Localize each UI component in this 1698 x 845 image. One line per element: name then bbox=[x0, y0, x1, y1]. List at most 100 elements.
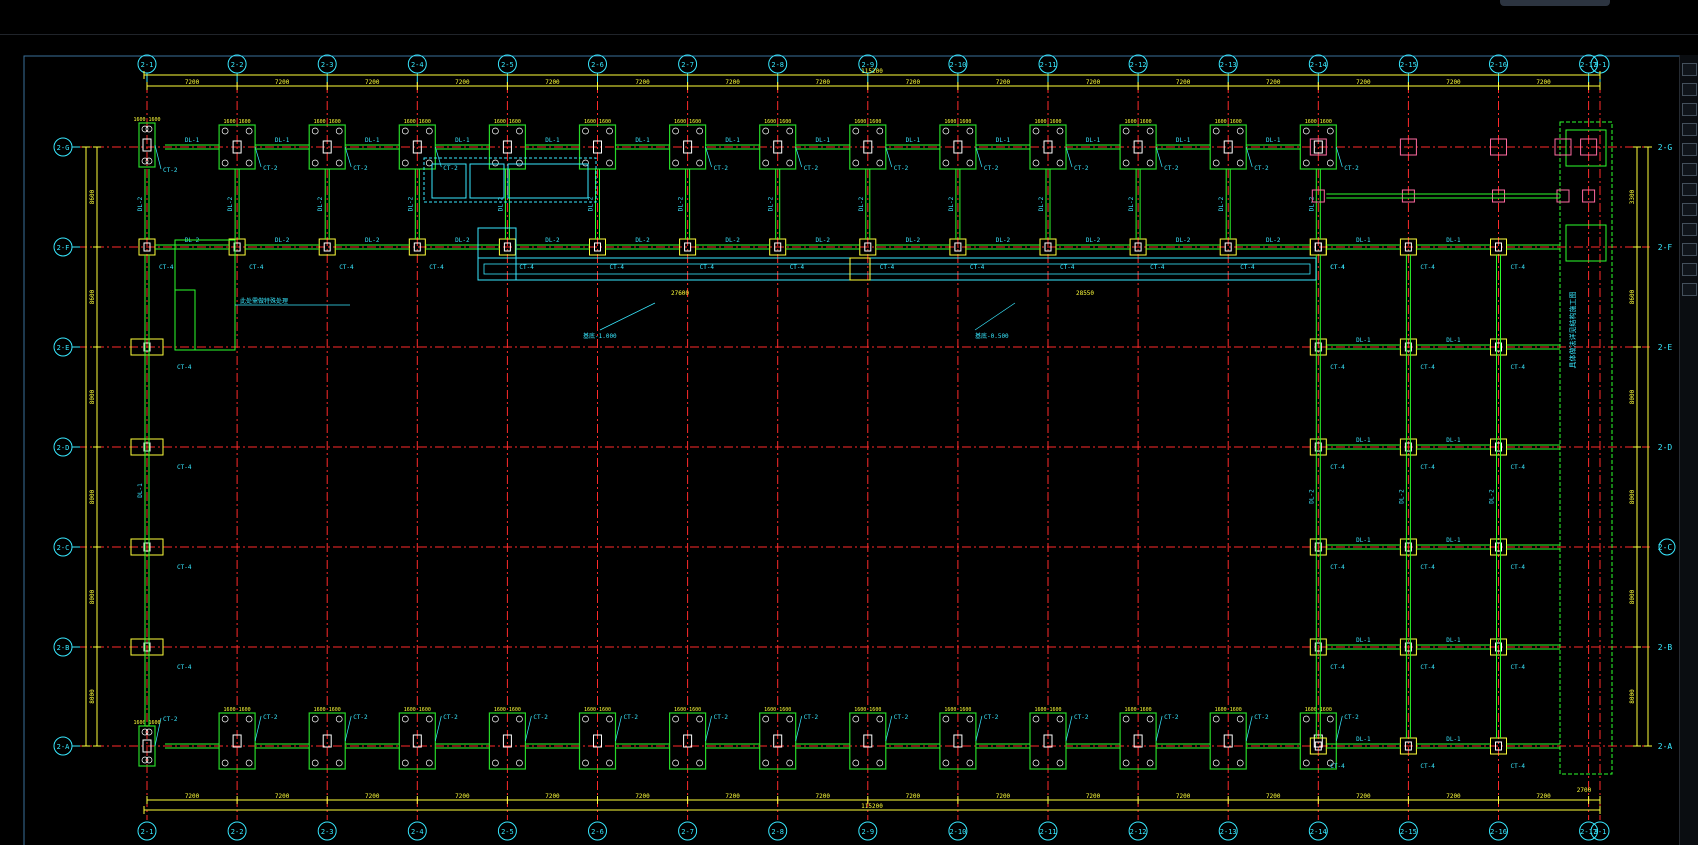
pile bbox=[786, 159, 794, 167]
pile bbox=[311, 159, 319, 167]
beam-label: DL-1 bbox=[996, 137, 1011, 144]
footing-label: CT-4 bbox=[177, 664, 192, 671]
footing-dim: 1600 1600 bbox=[944, 119, 971, 125]
dim-text: 7200 bbox=[725, 793, 740, 800]
footing-label: CT-4 bbox=[429, 264, 444, 271]
beam-label: DL-2 bbox=[407, 196, 414, 211]
pile bbox=[1302, 715, 1310, 723]
footing-dim: 1600 1600 bbox=[1125, 119, 1152, 125]
pile bbox=[492, 159, 499, 167]
tool-grid-icon[interactable] bbox=[1682, 183, 1697, 196]
footing-label: CT-2 bbox=[1254, 165, 1269, 172]
axis-bubble-bottom: 2-7 bbox=[681, 828, 694, 836]
axis-bubble-left: 2-D bbox=[57, 444, 70, 452]
beam-label: DL-2 bbox=[317, 196, 324, 211]
right-strip-note: 具体做法详见结构施工图 bbox=[1568, 292, 1577, 369]
footing-dim: 1600 1600 bbox=[1305, 119, 1332, 125]
pile bbox=[401, 759, 409, 767]
pile bbox=[762, 759, 770, 767]
footing-label: CT-4 bbox=[1330, 564, 1345, 571]
dim-text: 8000 bbox=[89, 589, 96, 604]
tool-dim-icon[interactable] bbox=[1682, 123, 1697, 136]
pile bbox=[1212, 715, 1220, 723]
footing-label: CT-4 bbox=[970, 264, 985, 271]
dim-text: 8000 bbox=[1629, 389, 1636, 404]
footing-dim: 1600 1600 bbox=[314, 707, 341, 713]
axis-bubble-bottom: 2-5 bbox=[501, 828, 514, 836]
tool-polar-icon[interactable] bbox=[1682, 223, 1697, 236]
footing-label: CT-2 bbox=[443, 165, 458, 172]
tool-ortho-icon[interactable] bbox=[1682, 203, 1697, 216]
pile bbox=[1056, 759, 1064, 767]
pile bbox=[876, 715, 884, 723]
pile bbox=[696, 715, 703, 723]
footing-label: CT-2 bbox=[714, 714, 729, 721]
tool-model-icon[interactable] bbox=[1682, 283, 1697, 296]
footing-label: CT-4 bbox=[177, 464, 192, 471]
tool-snap-icon[interactable] bbox=[1682, 163, 1697, 176]
pile bbox=[696, 127, 703, 135]
footing-dim: 1600 1600 bbox=[1125, 707, 1152, 713]
pile bbox=[311, 127, 319, 135]
right-tool-palette bbox=[1679, 55, 1698, 845]
dim-text: 7200 bbox=[275, 793, 290, 800]
cap-secondary bbox=[1556, 189, 1570, 203]
label-leader bbox=[344, 146, 352, 168]
beam-label: DL-1 bbox=[1266, 137, 1281, 144]
beam-label: DL-1 bbox=[725, 137, 740, 144]
beam-label: DL-2 bbox=[1218, 196, 1225, 211]
pile bbox=[1236, 715, 1244, 723]
tool-block-icon[interactable] bbox=[1682, 103, 1697, 116]
dim-text: 7200 bbox=[275, 79, 290, 86]
dim-text: 7200 bbox=[996, 793, 1011, 800]
tool-osnap-icon[interactable] bbox=[1682, 243, 1697, 256]
trench-dim-right: 28550 bbox=[1076, 290, 1094, 297]
footing-label: CT-2 bbox=[1344, 165, 1359, 172]
footing-label: CT-2 bbox=[1164, 165, 1179, 172]
label-leader bbox=[1065, 146, 1073, 168]
label-leader bbox=[1335, 715, 1343, 742]
pile bbox=[582, 127, 589, 135]
footing-label: CT-2 bbox=[1254, 714, 1269, 721]
beam-label: DL-2 bbox=[635, 237, 650, 244]
footing-dim: 1600 1600 bbox=[404, 119, 431, 125]
pile bbox=[1032, 159, 1040, 167]
tool-text-icon[interactable] bbox=[1682, 143, 1697, 156]
pile bbox=[582, 715, 589, 723]
cad-drawing-canvas[interactable]: 2-1 2-2 2-3 2-4 2-5 2-6 2-7 2-8 2-9 2-10 2-11 2-12 2… bbox=[0, 0, 1698, 845]
footing-label: CT-4 bbox=[1511, 763, 1526, 770]
dim-text: 8600 bbox=[89, 189, 96, 204]
beam-label: DL-1 bbox=[365, 137, 380, 144]
trench-elev-right: 基底-0.500 bbox=[975, 332, 1009, 340]
footing-label: CT-2 bbox=[624, 714, 639, 721]
label-leader bbox=[1245, 146, 1253, 168]
beam-label: DL-2 bbox=[545, 237, 560, 244]
label-leader bbox=[795, 715, 803, 742]
tool-lwt-icon[interactable] bbox=[1682, 263, 1697, 276]
pile bbox=[786, 715, 794, 723]
beam-label: DL-2 bbox=[1489, 489, 1496, 504]
pile bbox=[762, 127, 770, 135]
label-leader bbox=[254, 715, 262, 742]
pile bbox=[1236, 159, 1244, 167]
label-leader bbox=[1245, 715, 1253, 742]
beam-label: DL-1 bbox=[1446, 537, 1461, 544]
beam-label: DL-1 bbox=[816, 137, 831, 144]
beam-label: DL-1 bbox=[1446, 437, 1461, 444]
dim-text: 8600 bbox=[1629, 289, 1636, 304]
beam-label: DL-2 bbox=[365, 237, 380, 244]
pile bbox=[1032, 759, 1040, 767]
dim-text: 115200 bbox=[861, 803, 883, 810]
pile bbox=[1122, 715, 1130, 723]
pile bbox=[245, 127, 253, 135]
label-leader bbox=[254, 146, 262, 168]
footing-dim: 1600 1600 bbox=[584, 119, 611, 125]
dim-text: 7200 bbox=[906, 79, 921, 86]
dim-text: 7200 bbox=[1176, 79, 1191, 86]
footing-dim: 1600 1600 bbox=[764, 707, 791, 713]
pile bbox=[1236, 127, 1244, 135]
footing-label: CT-2 bbox=[984, 714, 999, 721]
footing-dim: 1600 1600 bbox=[1305, 707, 1332, 713]
tool-prop-icon[interactable] bbox=[1682, 83, 1697, 96]
tool-layer-icon[interactable] bbox=[1682, 63, 1697, 76]
